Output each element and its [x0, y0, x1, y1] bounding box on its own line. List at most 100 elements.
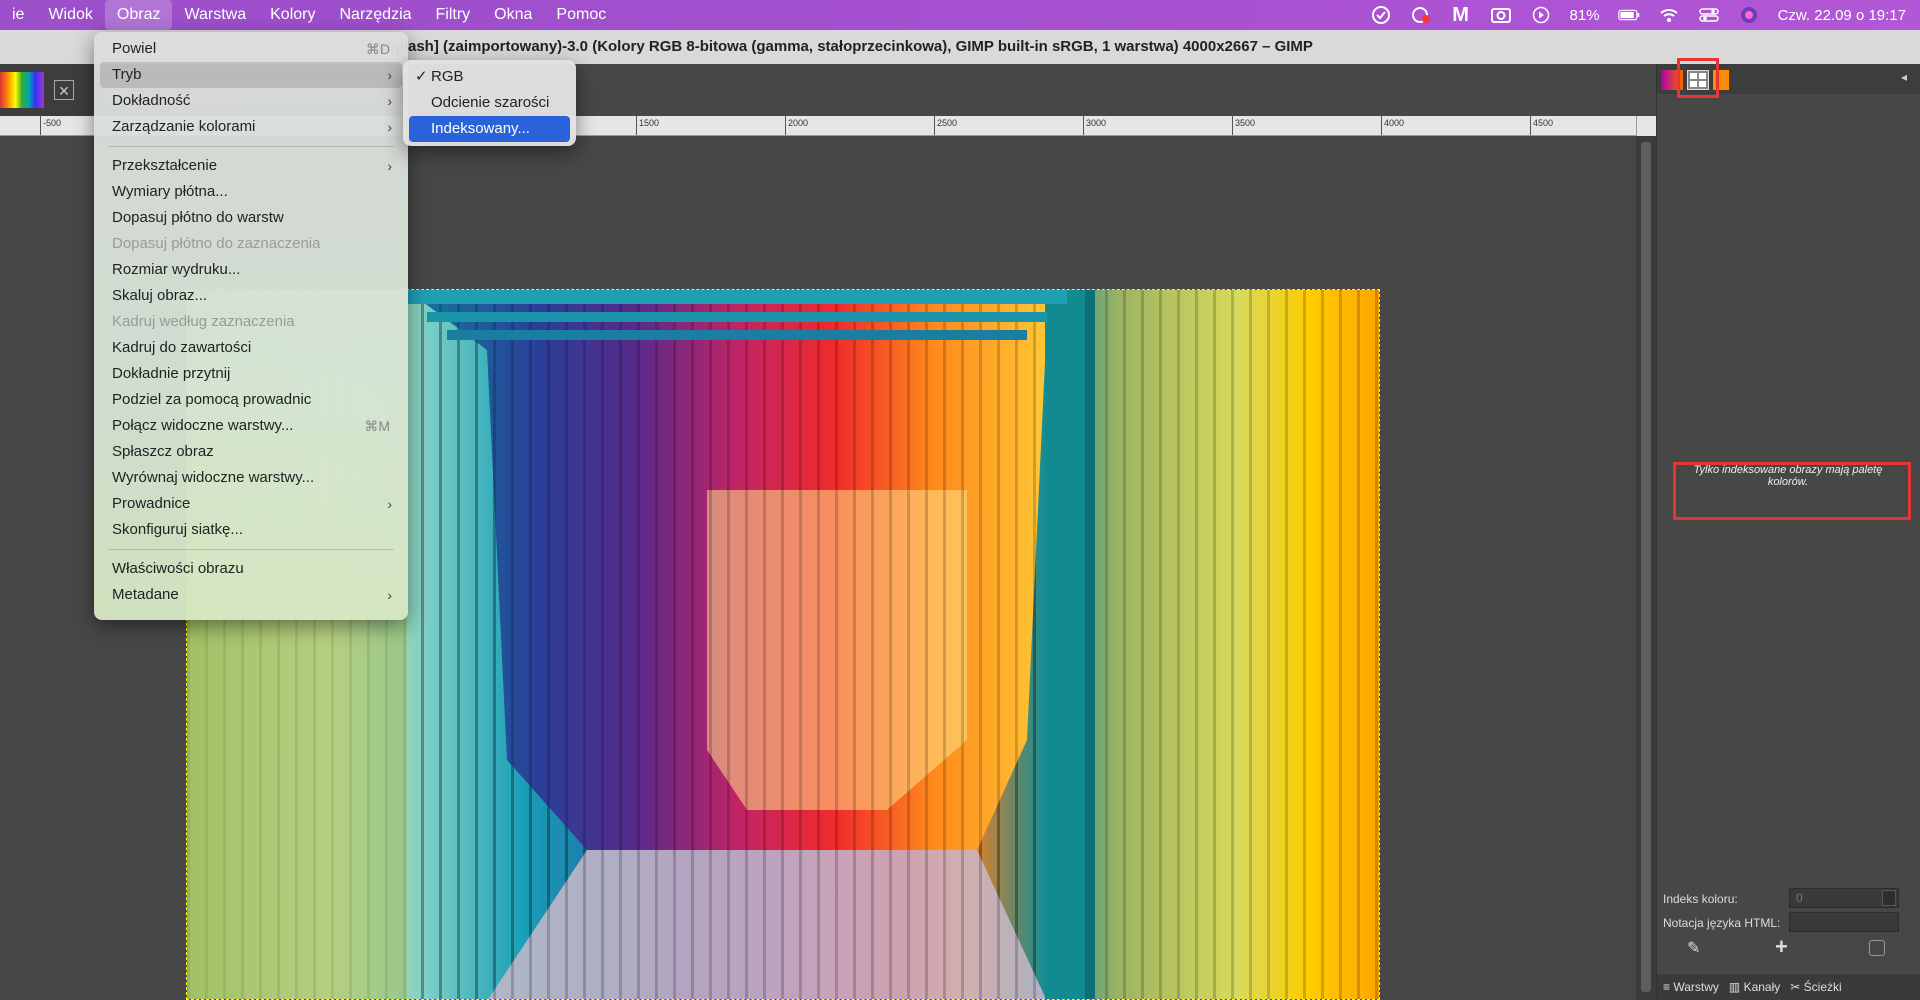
scrollbar-thumb[interactable]: [1641, 142, 1651, 992]
chevron-right-icon: ›: [387, 119, 392, 135]
siri-icon[interactable]: [1738, 5, 1760, 25]
menu-item-label: Kadruj do zawartości: [112, 339, 252, 356]
menubar: ie Widok Obraz Warstwa Kolory Narzędzia Filtry…: [0, 0, 1920, 30]
palette-tab-highlight: [1677, 58, 1719, 98]
menu-item-label: Zarządzanie kolorami: [112, 118, 256, 135]
menu-item[interactable]: Zarządzanie kolorami ›: [100, 114, 402, 140]
menu-item-label: Połącz widoczne warstwy...: [112, 417, 294, 434]
menu-item[interactable]: Podziel za pomocą prowadnic: [100, 387, 402, 413]
tab-layers[interactable]: ≡ Warstwy: [1663, 980, 1719, 994]
chevron-right-icon: ›: [387, 587, 392, 603]
menubar-item[interactable]: Filtry: [424, 0, 483, 30]
menu-item[interactable]: Rozmiar wydruku...: [100, 257, 402, 283]
control-center-icon[interactable]: [1698, 5, 1720, 25]
menubar-item[interactable]: Kolory: [258, 0, 327, 30]
menu-item[interactable]: Dokładnie przytnij: [100, 361, 402, 387]
battery-percent: 81%: [1569, 6, 1600, 24]
tab-paths[interactable]: ✂ Ścieżki: [1790, 980, 1841, 994]
menubar-item[interactable]: ie: [0, 0, 36, 30]
ruler-label: 4500: [1533, 118, 1554, 128]
chevron-right-icon: ›: [387, 93, 392, 109]
chevron-right-icon: ›: [387, 496, 392, 512]
menubar-item[interactable]: Warstwa: [172, 0, 258, 30]
menubar-item[interactable]: Obraz: [104, 0, 173, 30]
ruler-label: 4000: [1384, 118, 1405, 128]
menubar-item[interactable]: Narzędzia: [327, 0, 423, 30]
submenu-item[interactable]: Indeksowany...: [409, 116, 570, 142]
zoom-toggle-icon[interactable]: [1636, 116, 1656, 136]
menu-item[interactable]: Skonfiguruj siatkę...: [100, 517, 402, 543]
menu-item[interactable]: Kadruj do zawartości: [100, 335, 402, 361]
ruler-tick: [1381, 115, 1382, 135]
check-badge-icon[interactable]: [1370, 5, 1392, 25]
menubar-item[interactable]: Pomoc: [544, 0, 618, 30]
dock-bottom-tabs: ≡ Warstwy ▥ Kanały ✂ Ścieżki: [1657, 974, 1920, 1000]
menu-item[interactable]: Spłaszcz obraz: [100, 439, 402, 465]
edit-color-icon[interactable]: ✎: [1687, 938, 1709, 960]
menu-item[interactable]: Wymiary płótna...: [100, 179, 402, 205]
menu-item[interactable]: Prowadnice ›: [100, 491, 402, 517]
image-thumbnail-tab[interactable]: [0, 72, 44, 108]
tab-channels[interactable]: ▥ Kanały: [1729, 980, 1780, 994]
menu-item[interactable]: Wyrównaj widoczne warstwy...: [100, 465, 402, 491]
menu-item[interactable]: Dopasuj płótno do warstw: [100, 205, 402, 231]
mode-submenu: ✓ RGB Odcienie szarości Indeksowany...: [403, 60, 576, 146]
menu-item-label: Skonfiguruj siatkę...: [112, 521, 243, 538]
menu-item: Kadruj według zaznaczenia: [100, 309, 402, 335]
ruler-tick: [40, 115, 41, 135]
ruler-label: 2000: [788, 118, 809, 128]
m-app-icon[interactable]: M: [1450, 4, 1472, 26]
menubar-item[interactable]: Okna: [482, 0, 544, 30]
close-tab-icon[interactable]: ×: [54, 80, 74, 101]
menu-item[interactable]: Połącz widoczne warstwy... ⌘M: [100, 413, 402, 439]
color-index-value: 0: [1796, 891, 1803, 905]
color-index-input[interactable]: 0: [1789, 888, 1899, 908]
ruler-tick: [1083, 115, 1084, 135]
battery-icon[interactable]: [1617, 5, 1640, 25]
menu-item-label: Podziel za pomocą prowadnic: [112, 391, 312, 408]
html-notation-input[interactable]: [1789, 912, 1899, 932]
vertical-scrollbar[interactable]: [1636, 136, 1656, 1000]
tab-channels-label: Kanały: [1743, 980, 1781, 994]
submenu-item-label: RGB: [431, 68, 464, 85]
chevron-right-icon: ›: [387, 67, 392, 83]
menu-separator: [108, 549, 394, 550]
ruler-label: 3500: [1235, 118, 1256, 128]
menubar-item[interactable]: Widok: [36, 0, 104, 30]
submenu-item-label: Indeksowany...: [431, 120, 530, 137]
clock[interactable]: Czw. 22.09 o 19:17: [1778, 7, 1906, 24]
screenshot-icon[interactable]: [1490, 5, 1512, 25]
submenu-item[interactable]: ✓ RGB: [409, 64, 570, 90]
menu-item-label: Kadruj według zaznaczenia: [112, 313, 295, 330]
dock-configure-icon[interactable]: [1869, 940, 1885, 956]
add-color-icon[interactable]: +: [1775, 934, 1797, 960]
menu-item[interactable]: Dokładność ›: [100, 88, 402, 114]
menu-item-label: Tryb: [112, 66, 142, 83]
wifi-icon[interactable]: [1658, 5, 1680, 25]
menu-item-label: Skaluj obraz...: [112, 287, 208, 304]
ruler-label: 3000: [1086, 118, 1107, 128]
menu-item-label: Dokładność: [112, 92, 191, 109]
spin-arrows-icon[interactable]: [1882, 890, 1896, 906]
menu-item-label: Przekształcenie: [112, 157, 218, 174]
dock-menu-icon[interactable]: ◂: [1901, 70, 1915, 90]
palette-buttons: ✎ +: [1657, 934, 1920, 964]
menu-separator: [108, 146, 394, 147]
menu-item-label: Dokładnie przytnij: [112, 365, 231, 382]
play-icon[interactable]: [1530, 5, 1552, 25]
menu-item[interactable]: Przekształcenie ›: [100, 153, 402, 179]
menu-item[interactable]: Powiel ⌘D: [100, 36, 402, 62]
ruler-label: -500: [43, 118, 62, 128]
menu-item[interactable]: Właściwości obrazu: [100, 556, 402, 582]
ruler-tick: [1232, 115, 1233, 135]
submenu-item[interactable]: Odcienie szarości: [409, 90, 570, 116]
chevron-right-icon: ›: [387, 158, 392, 174]
menu-item-label: Rozmiar wydruku...: [112, 261, 241, 278]
menu-item[interactable]: Skaluj obraz...: [100, 283, 402, 309]
menu-item-label: Prowadnice: [112, 495, 191, 512]
menu-item-label: Właściwości obrazu: [112, 560, 244, 577]
status-area: M 81% Czw. 22.09 o 19:17: [1370, 0, 1906, 30]
menu-item[interactable]: Tryb ›: [100, 62, 402, 88]
record-status-icon[interactable]: [1410, 5, 1432, 25]
menu-item[interactable]: Metadane ›: [100, 582, 402, 608]
